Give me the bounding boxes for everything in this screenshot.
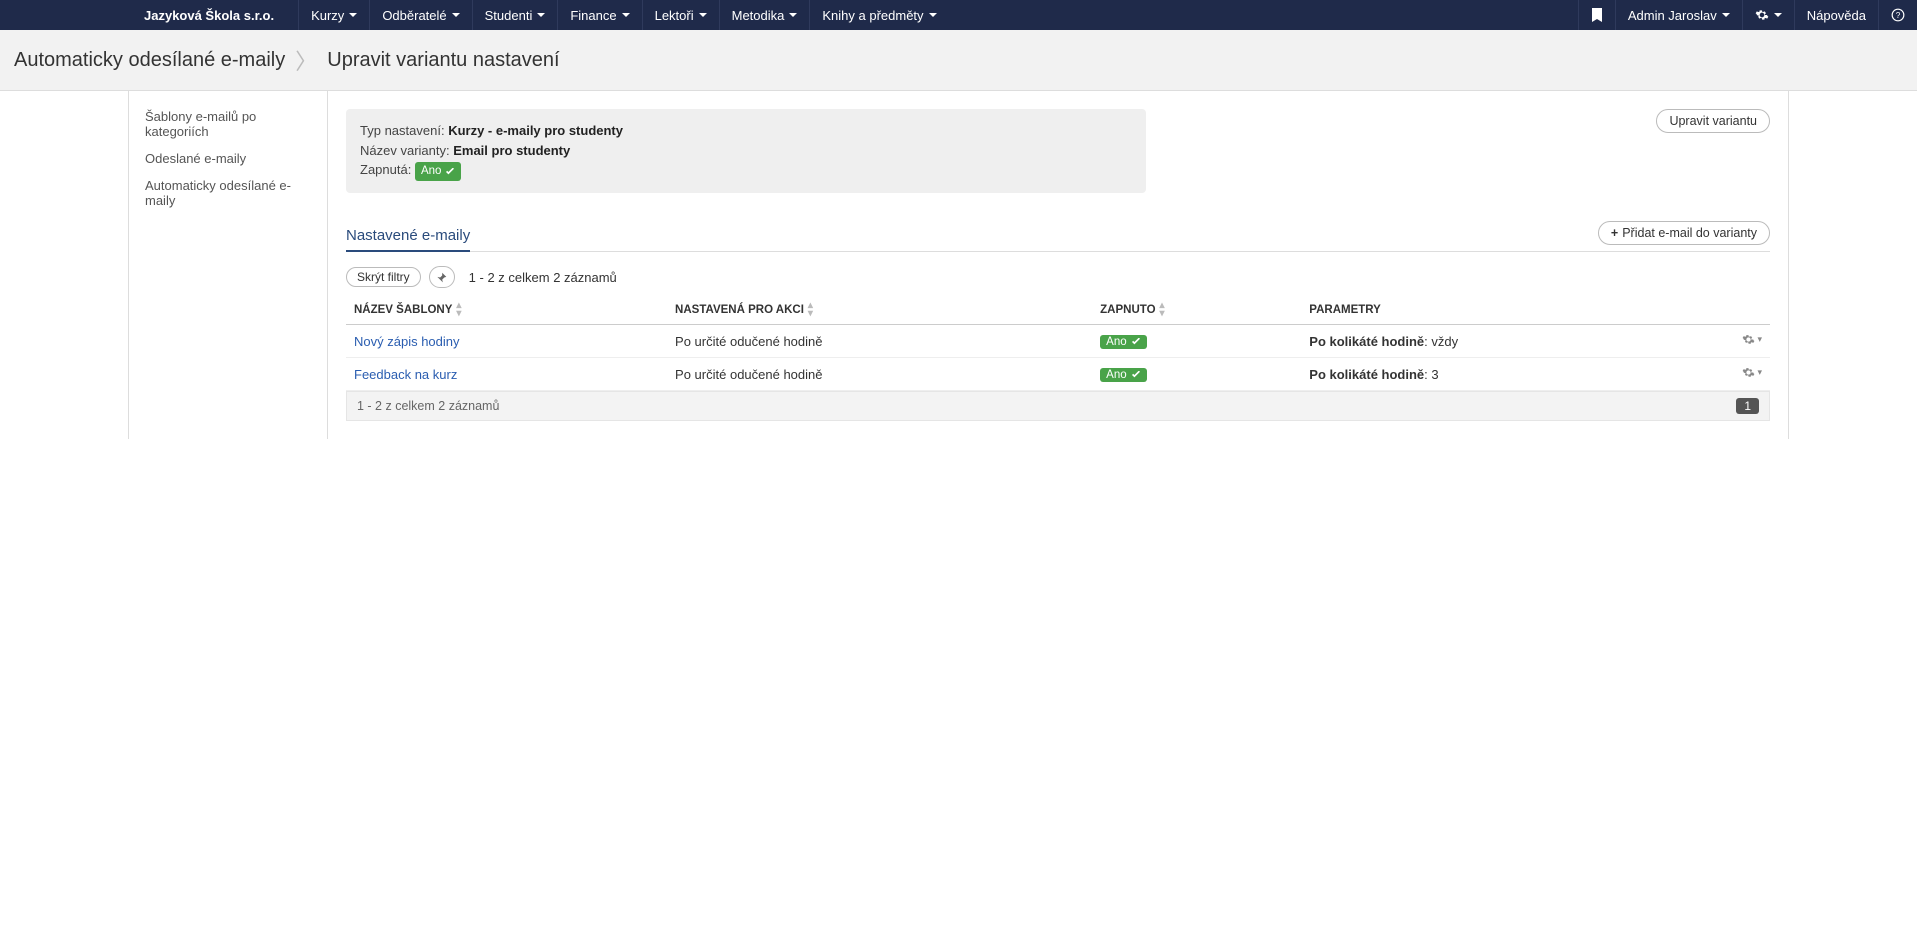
caret-down-icon: [789, 13, 797, 17]
nav-finance[interactable]: Finance: [557, 0, 641, 30]
enabled-badge: Ano: [1100, 335, 1146, 349]
enabled-badge: Ano: [1100, 368, 1146, 382]
main-content: Typ nastavení: Kurzy - e-maily pro stude…: [328, 91, 1789, 439]
sidebar-item-auto[interactable]: Automaticky odesílané e-maily: [129, 172, 327, 214]
brand[interactable]: Jazyková Škola s.r.o.: [130, 0, 288, 30]
record-count-top: 1 - 2 z celkem 2 záznamů: [469, 270, 617, 285]
caret-down-icon: ▾: [1757, 367, 1762, 378]
action-cell: Po určité odučené hodině: [667, 358, 1092, 391]
action-cell: Po určité odučené hodině: [667, 325, 1092, 358]
caret-down-icon: [1722, 13, 1730, 17]
enabled-badge: Ano: [415, 162, 461, 181]
check-icon: [1131, 371, 1141, 379]
bookmark-icon: [1591, 8, 1603, 22]
row-actions-menu[interactable]: ▾: [1742, 366, 1762, 379]
question-circle-icon: ?: [1891, 8, 1905, 22]
col-enabled[interactable]: ZAPNUTO▴▾: [1092, 296, 1301, 325]
params-cell: Po kolikáté hodině: 3: [1301, 358, 1730, 391]
table-row: Feedback na kurz Po určité odučené hodin…: [346, 358, 1770, 391]
info-panel: Typ nastavení: Kurzy - e-maily pro stude…: [346, 109, 1146, 193]
nav-knihy[interactable]: Knihy a předměty: [809, 0, 948, 30]
info-enabled-label: Zapnutá:: [360, 162, 411, 177]
nav-settings[interactable]: [1742, 0, 1794, 30]
section-title: Nastavené e-maily: [346, 227, 470, 252]
breadcrumb: Automaticky odesílané e-maily 〉 Upravit …: [14, 44, 1903, 76]
pin-filters-button[interactable]: [429, 266, 455, 288]
template-link[interactable]: Nový zápis hodiny: [354, 334, 460, 349]
nav-odberatele[interactable]: Odběratelé: [369, 0, 471, 30]
sidebar-item-sent[interactable]: Odeslané e-maily: [129, 145, 327, 172]
nav-lektori[interactable]: Lektoři: [642, 0, 719, 30]
info-name-value: Email pro studenty: [453, 143, 570, 158]
table-row: Nový zápis hodiny Po určité odučené hodi…: [346, 325, 1770, 358]
page-header: Automaticky odesílané e-maily 〉 Upravit …: [0, 30, 1917, 91]
nav-bookmark[interactable]: [1578, 0, 1615, 30]
caret-down-icon: ▾: [1757, 334, 1762, 345]
emails-table: NÁZEV ŠABLONY▴▾ NASTAVENÁ PRO AKCI▴▾ ZAP…: [346, 296, 1770, 391]
gear-icon: [1755, 8, 1769, 22]
pin-icon: [436, 272, 447, 283]
breadcrumb-sep: 〉: [295, 44, 317, 76]
col-params: PARAMETRY: [1301, 296, 1730, 325]
sort-icon: ▴▾: [808, 302, 813, 318]
plus-icon: +: [1611, 226, 1618, 240]
nav-metodika[interactable]: Metodika: [719, 0, 810, 30]
nav-kurzy[interactable]: Kurzy: [298, 0, 369, 30]
sidebar: Šablony e-mailů po kategoriích Odeslané …: [128, 91, 328, 439]
check-icon: [1131, 338, 1141, 346]
info-name-label: Název varianty:: [360, 143, 450, 158]
params-cell: Po kolikáté hodině: vždy: [1301, 325, 1730, 358]
navbar: Jazyková Škola s.r.o. Kurzy Odběratelé S…: [0, 0, 1917, 30]
hide-filters-button[interactable]: Skrýt filtry: [346, 267, 421, 287]
caret-down-icon: [929, 13, 937, 17]
caret-down-icon: [699, 13, 707, 17]
sort-icon: ▴▾: [456, 302, 461, 318]
row-actions-menu[interactable]: ▾: [1742, 333, 1762, 346]
sidebar-item-templates[interactable]: Šablony e-mailů po kategoriích: [129, 103, 327, 145]
col-action[interactable]: NASTAVENÁ PRO AKCI▴▾: [667, 296, 1092, 325]
page-number[interactable]: 1: [1736, 398, 1759, 414]
table-footer: 1 - 2 z celkem 2 záznamů 1: [346, 391, 1770, 421]
check-icon: [445, 168, 455, 176]
record-count-bottom: 1 - 2 z celkem 2 záznamů: [357, 399, 499, 413]
caret-down-icon: [1774, 13, 1782, 17]
template-link[interactable]: Feedback na kurz: [354, 367, 457, 382]
caret-down-icon: [349, 13, 357, 17]
caret-down-icon: [622, 13, 630, 17]
edit-variant-button[interactable]: Upravit variantu: [1656, 109, 1770, 133]
svg-text:?: ?: [1896, 11, 1901, 20]
caret-down-icon: [452, 13, 460, 17]
gear-icon: [1742, 333, 1755, 346]
col-name[interactable]: NÁZEV ŠABLONY▴▾: [346, 296, 667, 325]
pager: 1: [1736, 398, 1759, 414]
breadcrumb-root[interactable]: Automaticky odesílané e-maily: [14, 49, 285, 72]
gear-icon: [1742, 366, 1755, 379]
nav-user[interactable]: Admin Jaroslav: [1615, 0, 1742, 30]
nav-help[interactable]: Nápověda: [1794, 0, 1878, 30]
info-type-label: Typ nastavení:: [360, 123, 445, 138]
add-email-button[interactable]: + Přidat e-mail do varianty: [1598, 221, 1770, 245]
breadcrumb-current: Upravit variantu nastavení: [327, 49, 559, 72]
info-type-value: Kurzy - e-maily pro studenty: [448, 123, 623, 138]
nav-help-icon[interactable]: ?: [1878, 0, 1917, 30]
nav-studenti[interactable]: Studenti: [472, 0, 558, 30]
caret-down-icon: [537, 13, 545, 17]
sort-icon: ▴▾: [1160, 302, 1165, 318]
